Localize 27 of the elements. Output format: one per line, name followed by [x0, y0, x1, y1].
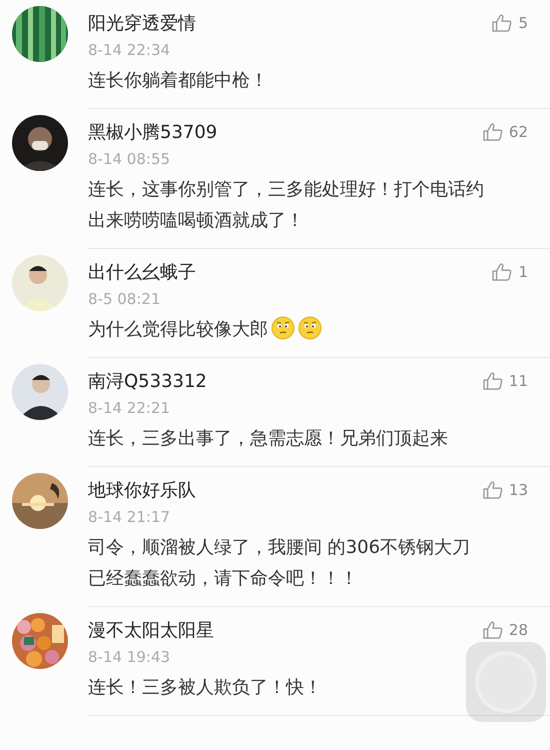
thumbs-up-icon — [482, 372, 503, 390]
user-name[interactable]: 阳光穿透爱情 — [88, 11, 196, 35]
comment-time: 8-14 19:43 — [88, 648, 172, 666]
thumbs-up-icon — [482, 123, 503, 141]
comment-time: 8-5 08:21 — [88, 290, 162, 308]
comment-time: 8-14 22:21 — [88, 399, 172, 417]
comment-text: 为什么觉得比较像大郎 — [88, 314, 484, 345]
user-name[interactable]: 地球你好乐队 — [88, 478, 196, 502]
comment-text: 司令，顺溜被人绿了，我腰间 的306不锈钢大刀已经蠢蠢欲动，请下命令吧！！！ — [88, 536, 472, 591]
floating-assistive-button[interactable] — [466, 642, 546, 722]
comment-time: 8-14 08:55 — [88, 150, 172, 168]
user-name[interactable]: 出什么幺蛾子 — [88, 260, 196, 284]
comment-time: 8-14 22:34 — [88, 41, 172, 59]
comment-text: 连长你躺着都能中枪！ — [88, 69, 269, 93]
user-name[interactable]: 黑椒小腾53709 — [88, 120, 218, 144]
user-name[interactable]: 漫不太阳太阳星 — [88, 618, 214, 642]
user-name[interactable]: 南浔Q533312 — [88, 369, 207, 393]
comment-text: 连长，这事你别管了，三多能处理好！打个电话约出来唠唠嗑喝顿酒就成了！ — [88, 178, 484, 233]
thumbs-up-icon — [482, 481, 503, 499]
comment-text: 连长！三多被人欺负了！快！ — [88, 676, 323, 700]
thinking-emoji-icon — [271, 316, 295, 340]
comment-text: 连长，三多出事了，急需志愿！兄弟们顶起来 — [88, 427, 449, 451]
thumbs-up-icon — [482, 621, 503, 639]
thumbs-up-icon — [492, 14, 512, 32]
thumbs-up-icon — [492, 263, 512, 281]
thinking-emoji-icon — [298, 316, 322, 340]
comment-time: 8-14 21:17 — [88, 508, 172, 526]
